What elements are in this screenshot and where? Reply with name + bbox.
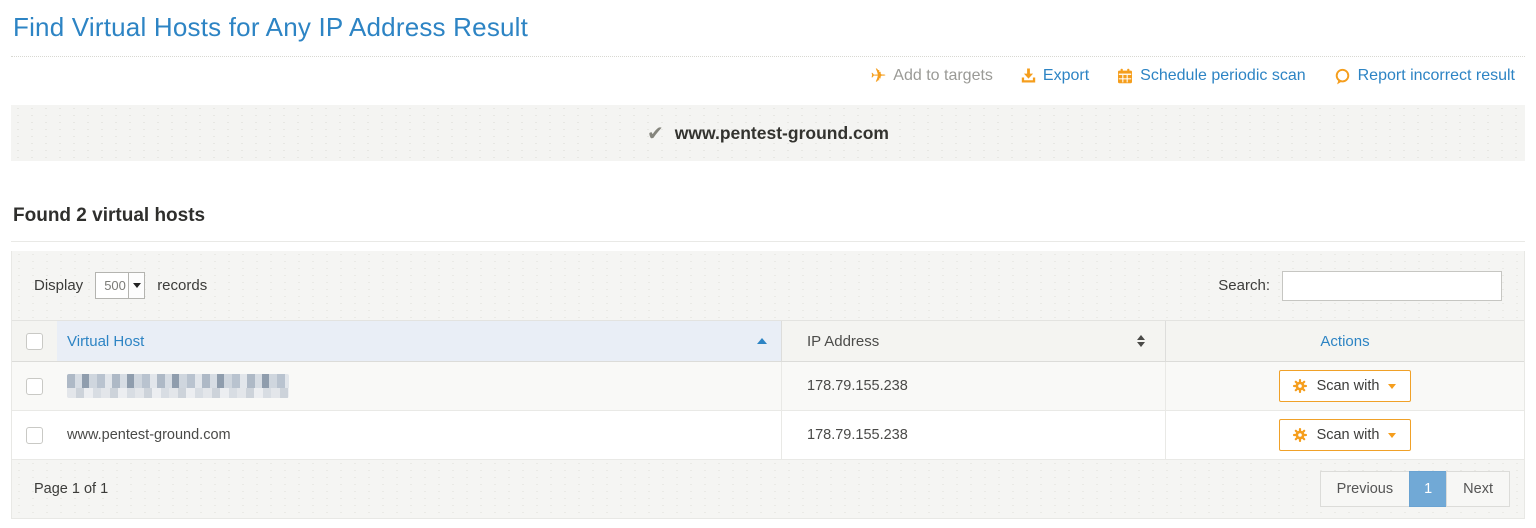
report-incorrect-result-label: Report incorrect result [1358, 67, 1515, 85]
search-input[interactable] [1282, 271, 1502, 301]
column-header-ip-address[interactable]: IP Address [781, 321, 1165, 361]
download-icon [1021, 68, 1036, 84]
sort-icon [1137, 335, 1145, 347]
records-label: records [157, 277, 207, 294]
header-checkbox-cell [12, 321, 57, 361]
row-checkbox[interactable] [26, 427, 43, 444]
scan-with-button[interactable]: Scan with [1279, 419, 1412, 451]
next-page-button[interactable]: Next [1446, 471, 1510, 507]
export-label: Export [1043, 67, 1089, 85]
search-control: Search: [1218, 271, 1502, 301]
caret-down-icon [133, 283, 141, 288]
table-controls: Display 500 records Search: [12, 251, 1524, 320]
virtual-host-cell: www.pentest-ground.com [57, 411, 781, 459]
previous-page-button[interactable]: Previous [1320, 471, 1410, 507]
scanned-target-host: www.pentest-ground.com [675, 123, 889, 144]
gear-icon [1292, 427, 1308, 443]
results-table-panel: Display 500 records Search: Virtual Host [11, 251, 1525, 519]
search-label: Search: [1218, 277, 1270, 294]
caret-down-icon [1388, 384, 1396, 389]
row-checkbox[interactable] [26, 378, 43, 395]
calendar-icon [1117, 68, 1133, 84]
display-label: Display [34, 277, 83, 294]
page-size-select[interactable]: 500 [95, 272, 145, 299]
page-size-value: 500 [96, 273, 128, 298]
ip-address-cell: 178.79.155.238 [781, 362, 1165, 410]
export-button[interactable]: Export [1021, 67, 1089, 85]
scan-with-button[interactable]: Scan with [1279, 370, 1412, 402]
chat-bubble-icon [1334, 68, 1351, 85]
redacted-virtual-host [67, 374, 289, 398]
ip-address-header-label: IP Address [807, 333, 879, 350]
page-size-control: Display 500 records [34, 272, 207, 299]
page-info: Page 1 of 1 [34, 481, 108, 497]
sort-ascending-icon [757, 338, 767, 344]
plane-icon: ✈ [870, 67, 886, 86]
scan-with-label: Scan with [1317, 378, 1380, 394]
table-row: www.pentest-ground.com 178.79.155.238 [12, 411, 1524, 460]
gear-icon [1292, 378, 1308, 394]
add-to-targets-button[interactable]: ✈ Add to targets [870, 67, 993, 86]
column-header-actions: Actions [1165, 321, 1524, 361]
results-heading: Found 2 virtual hosts [11, 205, 1525, 242]
column-header-virtual-host[interactable]: Virtual Host [57, 321, 781, 361]
scanned-target-banner: ✔ www.pentest-ground.com [11, 105, 1525, 161]
select-dropdown-button[interactable] [128, 273, 144, 298]
ip-address-cell: 178.79.155.238 [781, 411, 1165, 459]
table-row: 178.79.155.238 [12, 362, 1524, 411]
table-footer: Page 1 of 1 Previous 1 Next [12, 460, 1524, 518]
caret-down-icon [1388, 433, 1396, 438]
report-incorrect-result-button[interactable]: Report incorrect result [1334, 67, 1515, 85]
table-header-row: Virtual Host IP Address Actions [12, 320, 1524, 362]
schedule-periodic-scan-label: Schedule periodic scan [1140, 67, 1305, 85]
add-to-targets-label: Add to targets [893, 67, 993, 85]
schedule-periodic-scan-button[interactable]: Schedule periodic scan [1117, 67, 1305, 85]
pagination: Previous 1 Next [1320, 471, 1510, 507]
page-title: Find Virtual Hosts for Any IP Address Re… [11, 8, 1525, 57]
scan-with-label: Scan with [1317, 427, 1380, 443]
virtual-host-header-label: Virtual Host [67, 333, 144, 350]
page: Find Virtual Hosts for Any IP Address Re… [0, 0, 1536, 519]
check-icon: ✔ [647, 121, 664, 146]
page-number-button[interactable]: 1 [1409, 471, 1447, 507]
toolbar: ✈ Add to targets Export [11, 57, 1525, 95]
select-all-checkbox[interactable] [26, 333, 43, 350]
actions-header-label: Actions [1320, 333, 1369, 350]
